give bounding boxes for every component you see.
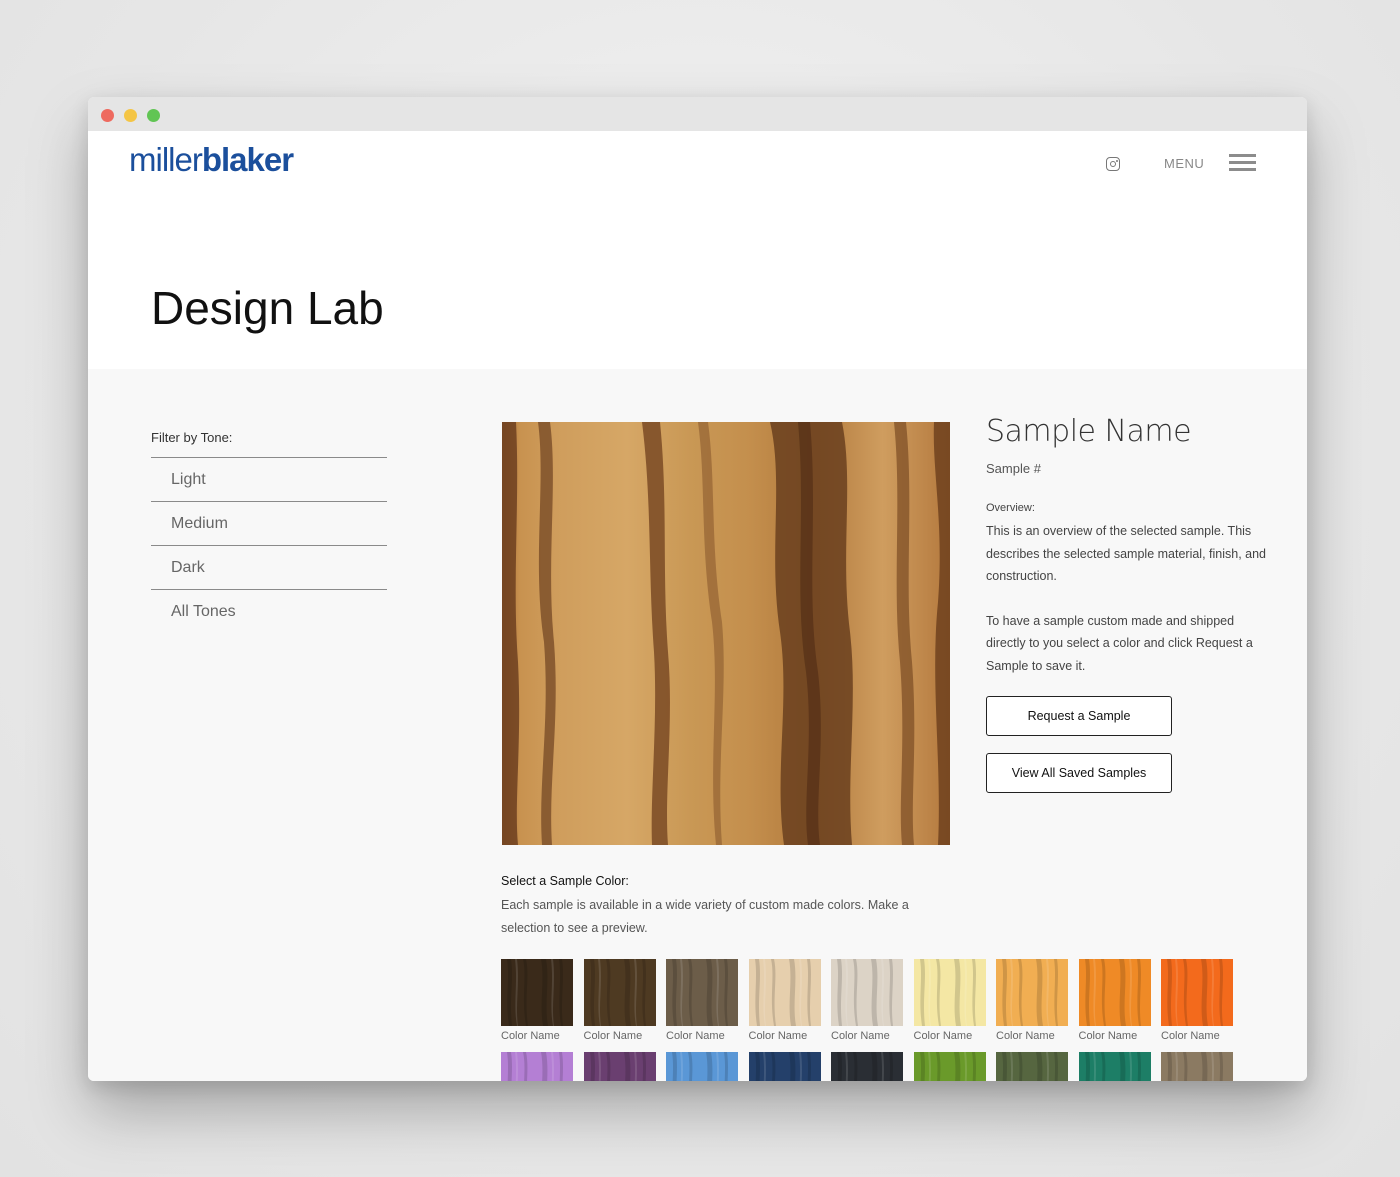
color-swatch[interactable] bbox=[501, 1052, 573, 1081]
color-swatch-chip[interactable] bbox=[913, 959, 986, 1026]
color-swatch-chip[interactable] bbox=[996, 959, 1068, 1026]
color-swatch[interactable]: Color Name bbox=[996, 959, 1068, 1042]
miller-blaker-logo[interactable]: millerblaker bbox=[129, 141, 294, 179]
color-swatch[interactable] bbox=[913, 1052, 986, 1081]
color-swatch-chip[interactable] bbox=[1161, 1052, 1233, 1081]
color-swatch-chip[interactable] bbox=[583, 1052, 656, 1081]
color-swatch[interactable]: Color Name bbox=[1078, 959, 1151, 1042]
color-swatch[interactable]: Color Name bbox=[913, 959, 986, 1042]
color-swatch[interactable] bbox=[1078, 1052, 1151, 1081]
sample-number: Sample # bbox=[986, 461, 1041, 476]
page-title: Design Lab bbox=[151, 282, 384, 334]
request-instructions: To have a sample custom made and shipped… bbox=[986, 613, 1253, 673]
color-swatch-label: Color Name bbox=[996, 1030, 1055, 1042]
color-swatch-label: Color Name bbox=[501, 1030, 560, 1042]
color-swatch-chip[interactable] bbox=[666, 1052, 738, 1081]
instagram-icon[interactable] bbox=[1106, 157, 1120, 171]
color-swatch-label: Color Name bbox=[1161, 1030, 1220, 1042]
close-window-button[interactable] bbox=[101, 109, 114, 122]
logo-text-blaker: blaker bbox=[201, 141, 294, 178]
zoom-window-button[interactable] bbox=[147, 109, 160, 122]
color-swatch-chip[interactable] bbox=[1078, 1052, 1151, 1081]
color-swatch-chip[interactable] bbox=[666, 959, 738, 1026]
color-swatch-chip[interactable] bbox=[996, 1052, 1068, 1081]
browser-window: millerblaker MENU Design Lab Filter by T… bbox=[88, 97, 1307, 1081]
color-swatch-label: Color Name bbox=[1078, 1030, 1138, 1042]
color-swatch[interactable]: Color Name bbox=[831, 959, 903, 1042]
logo-text-miller: miller bbox=[129, 141, 203, 178]
color-swatch-chip[interactable] bbox=[583, 959, 656, 1026]
filter-item-dark[interactable]: Dark bbox=[151, 545, 387, 589]
color-swatch-chip[interactable] bbox=[1078, 959, 1151, 1026]
overview-label: Overview: bbox=[986, 502, 1035, 514]
color-swatch-chip[interactable] bbox=[831, 1052, 903, 1081]
color-swatch-chip[interactable] bbox=[748, 959, 821, 1026]
sample-info-panel: Sample Name Sample # Overview: This is a… bbox=[986, 414, 1266, 677]
color-swatch[interactable] bbox=[831, 1052, 903, 1081]
color-swatch-label: Color Name bbox=[831, 1030, 890, 1042]
color-swatch-label: Color Name bbox=[583, 1030, 643, 1042]
color-swatch[interactable]: Color Name bbox=[1161, 959, 1233, 1042]
window-titlebar bbox=[88, 97, 1307, 131]
color-swatch-label: Color Name bbox=[913, 1030, 973, 1042]
color-swatch-chip[interactable] bbox=[913, 1052, 986, 1081]
filter-label: Filter by Tone: bbox=[151, 430, 233, 445]
minimize-window-button[interactable] bbox=[124, 109, 137, 122]
color-swatch[interactable] bbox=[996, 1052, 1068, 1081]
filter-item-medium[interactable]: Medium bbox=[151, 501, 387, 545]
select-color-label: Select a Sample Color: bbox=[501, 874, 629, 888]
color-swatch-chip[interactable] bbox=[501, 1052, 573, 1081]
color-swatch[interactable]: Color Name bbox=[501, 959, 573, 1042]
site-header: millerblaker MENU Design Lab bbox=[88, 131, 1307, 369]
sample-name: Sample Name bbox=[986, 414, 1192, 449]
tone-filter-list: Light Medium Dark All Tones bbox=[151, 457, 387, 633]
color-swatch[interactable]: Color Name bbox=[748, 959, 821, 1042]
view-saved-samples-button[interactable]: View All Saved Samples bbox=[986, 753, 1172, 793]
color-swatch-chip[interactable] bbox=[831, 959, 903, 1026]
color-swatch[interactable]: Color Name bbox=[666, 959, 738, 1042]
select-color-description: Each sample is available in a wide varie… bbox=[501, 898, 909, 935]
color-swatch[interactable] bbox=[748, 1052, 821, 1081]
filter-item-all-tones[interactable]: All Tones bbox=[151, 589, 387, 633]
request-sample-button[interactable]: Request a Sample bbox=[986, 696, 1172, 736]
color-swatch-chip[interactable] bbox=[748, 1052, 821, 1081]
color-swatch-chip[interactable] bbox=[1161, 959, 1233, 1026]
design-lab-content: Filter by Tone: Light Medium Dark All To… bbox=[88, 369, 1307, 1081]
color-swatch[interactable]: Color Name bbox=[583, 959, 656, 1042]
color-swatch-label: Color Name bbox=[666, 1030, 725, 1042]
overview-text: This is an overview of the selected samp… bbox=[986, 524, 1267, 583]
color-swatch-label: Color Name bbox=[748, 1030, 808, 1042]
hamburger-icon[interactable] bbox=[1229, 154, 1256, 172]
filter-item-light[interactable]: Light bbox=[151, 457, 387, 501]
color-swatch-chip[interactable] bbox=[501, 959, 573, 1026]
sample-preview-image bbox=[502, 422, 950, 845]
color-swatch[interactable] bbox=[583, 1052, 656, 1081]
menu-label[interactable]: MENU bbox=[1164, 156, 1204, 171]
color-swatch[interactable] bbox=[666, 1052, 738, 1081]
color-swatch[interactable] bbox=[1161, 1052, 1233, 1081]
